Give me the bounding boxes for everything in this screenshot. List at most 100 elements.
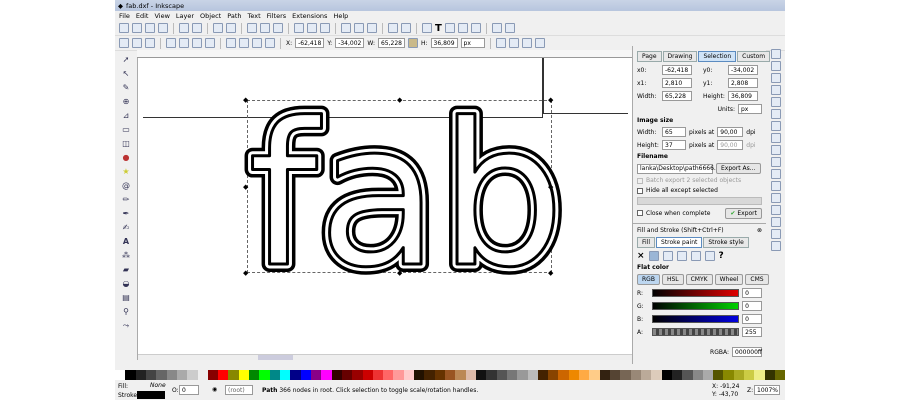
flat-color-icon[interactable]: [648, 251, 659, 261]
transform-patterns-icon[interactable]: [534, 38, 545, 48]
palette-swatch[interactable]: [517, 370, 528, 380]
export-icon[interactable]: [192, 23, 202, 33]
palette-swatch[interactable]: [362, 370, 373, 380]
palette-swatch[interactable]: [548, 370, 559, 380]
copy-icon[interactable]: [247, 23, 257, 33]
snap-cusp-icon[interactable]: [770, 157, 781, 167]
pen-tool-icon[interactable]: ✒: [121, 208, 132, 219]
resize-handle-ml[interactable]: ◆: [243, 183, 248, 191]
r-input[interactable]: 0: [742, 288, 762, 298]
mode-hsl[interactable]: HSL: [661, 274, 684, 285]
w-input[interactable]: 65,228: [377, 38, 405, 48]
palette-swatch[interactable]: [702, 370, 714, 380]
print-icon[interactable]: [158, 23, 168, 33]
resize-handle-bc[interactable]: ◆: [397, 269, 402, 277]
snap-nodes-icon[interactable]: [770, 121, 781, 131]
snap-bbox-midpoint-icon[interactable]: [770, 97, 781, 107]
palette-swatch[interactable]: [475, 370, 487, 380]
clone-icon[interactable]: [354, 23, 364, 33]
layer-visibility-icon[interactable]: ◉: [212, 386, 217, 393]
swatch-icon[interactable]: [704, 251, 715, 261]
tab-stroke-paint[interactable]: Stroke paint: [656, 237, 703, 248]
snap-bbox-icon[interactable]: [770, 61, 781, 71]
palette-swatch[interactable]: [455, 370, 466, 380]
fill-stroke-icon[interactable]: [422, 23, 432, 33]
menu-filters[interactable]: Filters: [267, 12, 286, 20]
paste-icon[interactable]: [273, 23, 283, 33]
palette-swatch[interactable]: [671, 370, 683, 380]
redo-icon[interactable]: [226, 23, 236, 33]
zoom-selection-icon[interactable]: [294, 23, 304, 33]
linear-gradient-icon[interactable]: [662, 251, 673, 261]
palette-swatch[interactable]: [228, 370, 239, 380]
palette-swatch[interactable]: [414, 370, 425, 380]
palette-swatch[interactable]: [403, 370, 415, 380]
palette-swatch[interactable]: [115, 370, 126, 380]
img-width-input[interactable]: 65: [662, 127, 686, 137]
dpi-input[interactable]: 90,00: [717, 127, 744, 137]
y-input[interactable]: -34,002: [335, 38, 365, 48]
open-icon[interactable]: [132, 23, 142, 33]
export-as-button[interactable]: Export As...: [716, 163, 761, 174]
opacity-input[interactable]: 0: [179, 385, 199, 395]
menu-file[interactable]: File: [119, 12, 130, 20]
rect-tool-icon[interactable]: ▭: [121, 124, 132, 135]
menu-layer[interactable]: Layer: [176, 12, 194, 20]
zoom-input[interactable]: 1007%: [754, 385, 780, 395]
palette-swatch[interactable]: [259, 370, 270, 380]
rgba-input[interactable]: 000000ff: [732, 347, 762, 357]
xml-editor-icon[interactable]: [457, 23, 468, 33]
palette-swatch[interactable]: [372, 370, 384, 380]
mode-rgb[interactable]: RGB: [637, 274, 660, 285]
menu-help[interactable]: Help: [333, 12, 348, 20]
resize-handle-tl[interactable]: ◆: [243, 96, 248, 104]
palette-swatch[interactable]: [733, 370, 745, 380]
palette-swatch[interactable]: [352, 370, 363, 380]
y0-input[interactable]: -34,002: [728, 65, 758, 75]
star-tool-icon[interactable]: ★: [121, 166, 132, 177]
snap-bbox-edge-icon[interactable]: [770, 73, 781, 83]
palette-swatch[interactable]: [280, 370, 291, 380]
text-tool-icon[interactable]: T: [435, 23, 442, 34]
rotate-ccw-icon[interactable]: [166, 38, 176, 48]
eraser-tool-icon[interactable]: ▰: [121, 264, 132, 275]
x-input[interactable]: -62,418: [295, 38, 325, 48]
cut-icon[interactable]: [260, 23, 270, 33]
transform-gradients-icon[interactable]: [521, 38, 532, 48]
height-input[interactable]: 36,809: [728, 91, 758, 101]
palette-swatch[interactable]: [145, 370, 157, 380]
pattern-icon[interactable]: [690, 251, 701, 261]
palette-swatch[interactable]: [166, 370, 177, 380]
palette-swatch[interactable]: [249, 370, 260, 380]
palette-swatch[interactable]: [125, 370, 136, 380]
palette-swatch[interactable]: [393, 370, 404, 380]
palette-swatch[interactable]: [238, 370, 250, 380]
palette-swatch[interactable]: [537, 370, 549, 380]
palette-swatch[interactable]: [506, 370, 518, 380]
palette-swatch[interactable]: [496, 370, 507, 380]
palette-swatch[interactable]: [424, 370, 435, 380]
export-button[interactable]: ✔ Export: [725, 208, 762, 219]
scale-corners-icon[interactable]: [508, 38, 519, 48]
g-slider[interactable]: [651, 302, 740, 310]
g-input[interactable]: 0: [742, 301, 762, 311]
flip-h-icon[interactable]: [192, 38, 202, 48]
canvas[interactable]: fab fab fab ◆ ◆ ◆ ◆ ◆ ◆ ◆ ◆: [137, 58, 632, 360]
width-input[interactable]: 65,228: [662, 91, 692, 101]
raise-top-icon[interactable]: [226, 38, 236, 48]
palette-swatch[interactable]: [775, 370, 786, 380]
snap-bbox-corner-icon[interactable]: [770, 85, 781, 95]
palette-swatch[interactable]: [187, 370, 198, 380]
y1-input[interactable]: 2,808: [728, 78, 758, 88]
units-select[interactable]: px: [738, 104, 762, 114]
palette-swatch[interactable]: [156, 370, 167, 380]
raise-icon[interactable]: [239, 38, 249, 48]
radial-gradient-icon[interactable]: [676, 251, 687, 261]
snap-guide-icon[interactable]: [770, 241, 781, 251]
a-input[interactable]: 255: [742, 327, 762, 337]
palette-swatch[interactable]: [341, 370, 353, 380]
snap-rotation-icon[interactable]: [770, 205, 781, 215]
stroke-swatch[interactable]: [137, 391, 165, 399]
scale-stroke-icon[interactable]: [495, 38, 506, 48]
snap-midpoint-icon[interactable]: [770, 181, 781, 191]
